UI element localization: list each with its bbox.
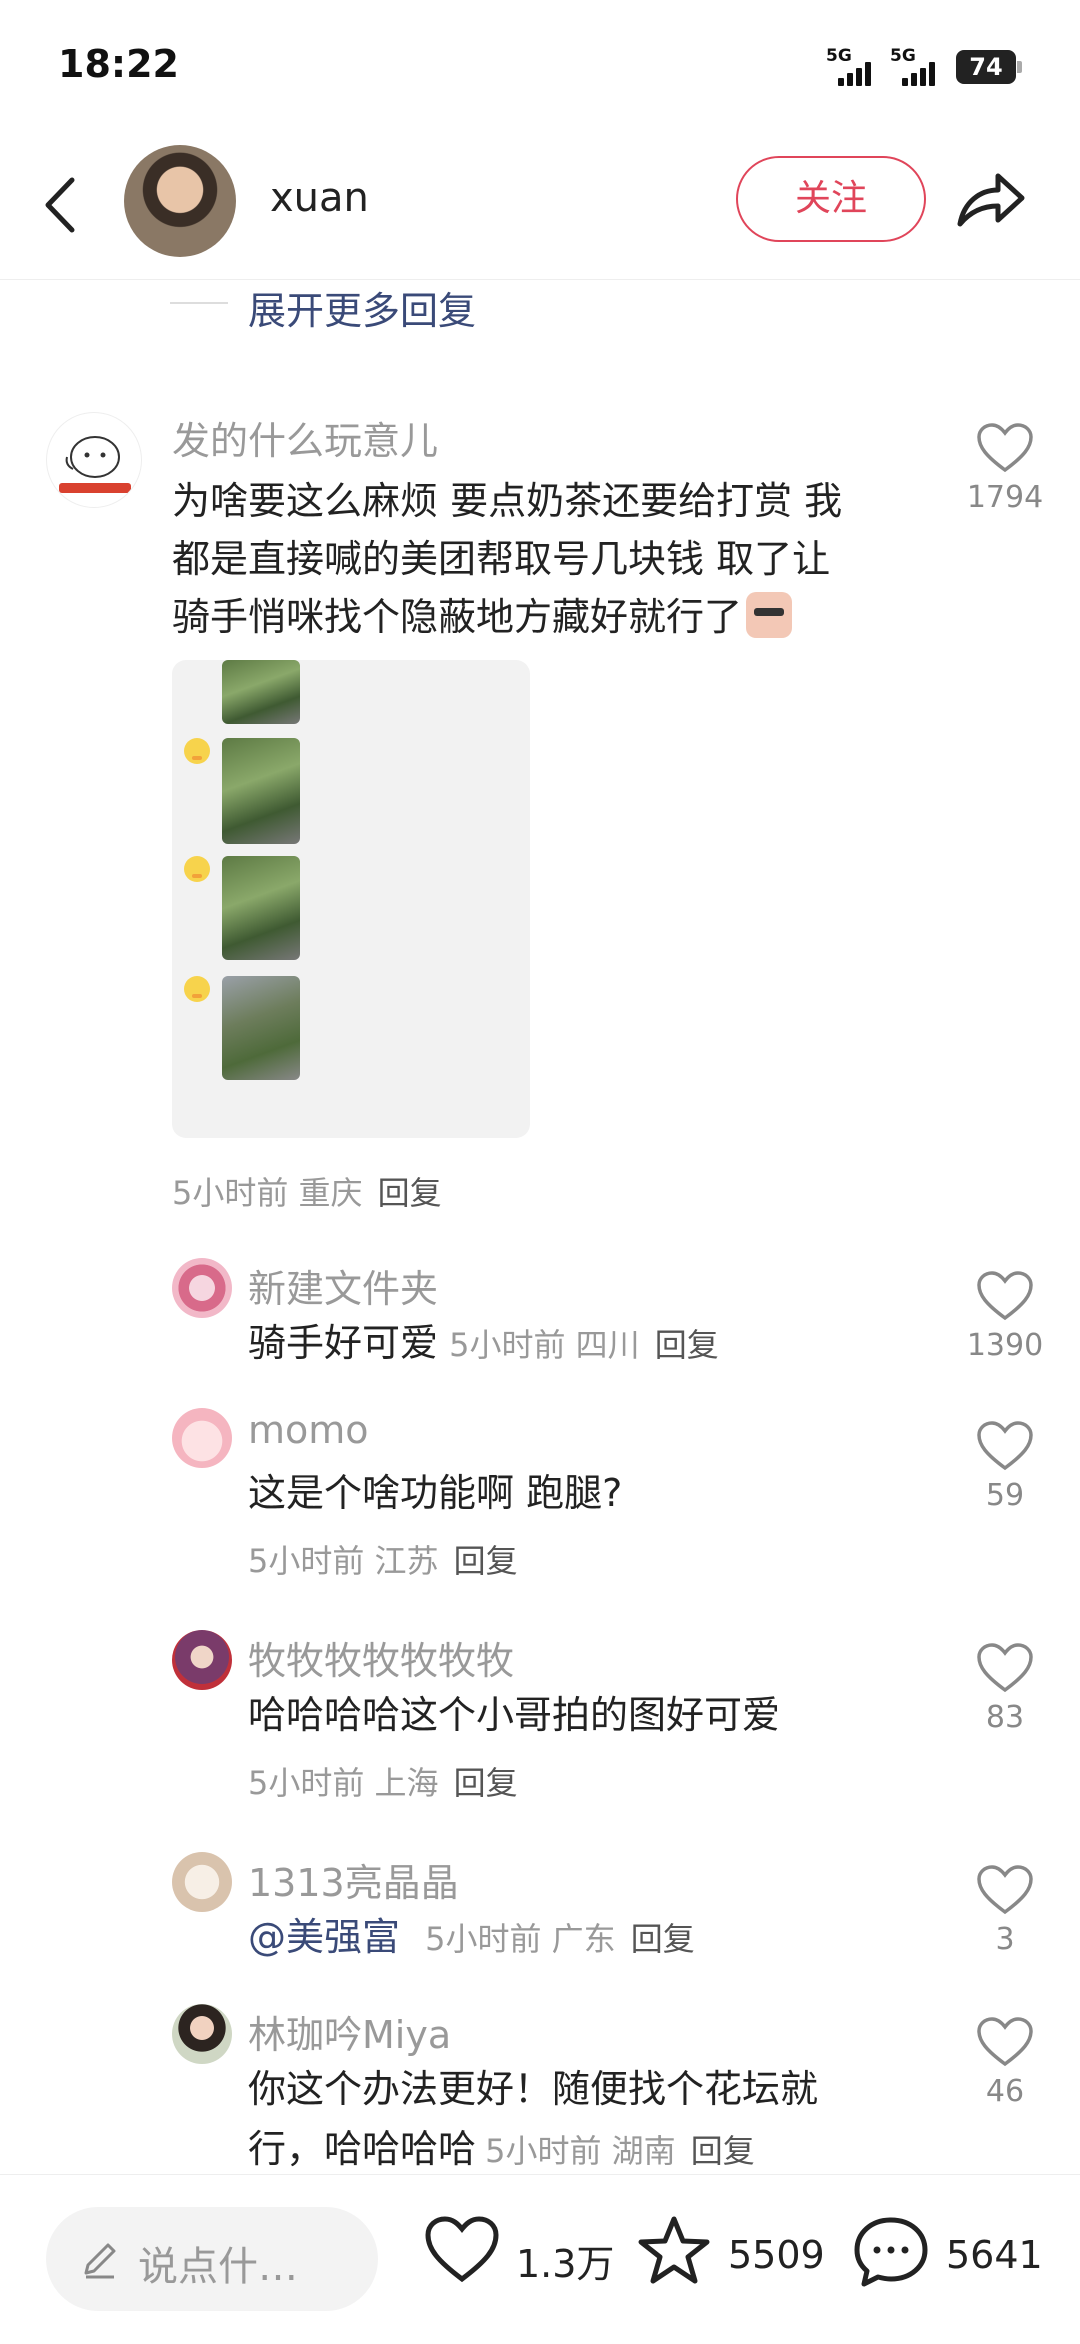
commenter-avatar[interactable]: [172, 1852, 232, 1912]
commenter-name[interactable]: 新建文件夹: [248, 1258, 438, 1313]
commenter-name[interactable]: 牧牧牧牧牧牧牧: [248, 1630, 514, 1685]
like-button[interactable]: 59: [960, 1420, 1050, 1513]
reply-button[interactable]: 回复: [631, 1920, 695, 1958]
share-button[interactable]: [950, 164, 1030, 234]
commenter-avatar[interactable]: [172, 1408, 232, 1468]
sunglasses-character-emoji: [746, 592, 793, 638]
comment-meta: 5小时前 重庆 回复: [172, 1174, 442, 1212]
comment-input[interactable]: 说点什…: [46, 2207, 378, 2311]
favorite-count: 5509: [728, 2233, 825, 2277]
photo-thumbnail: [222, 660, 300, 724]
duck-icon: [184, 856, 210, 882]
comment-text: 行，哈哈哈哈: [248, 2127, 477, 2171]
heart-icon: [977, 2017, 1033, 2067]
reply-button[interactable]: 回复: [454, 1764, 518, 1802]
photo-thumbnail: [222, 738, 300, 844]
reply-button[interactable]: 回复: [454, 1542, 518, 1580]
commenter-avatar[interactable]: [172, 1258, 232, 1318]
back-button[interactable]: [38, 170, 88, 240]
comment-meta: 5小时前 四川: [449, 1326, 640, 1364]
expand-more-label: 展开更多回复: [248, 289, 477, 333]
heart-icon: [977, 1865, 1033, 1915]
cartoon-avatar-icon: [59, 436, 131, 493]
follow-button[interactable]: 关注: [736, 156, 926, 242]
heart-icon: [977, 1643, 1033, 1693]
duck-icon: [184, 738, 210, 764]
heart-icon: [977, 423, 1033, 473]
like-count: 1.3万: [516, 2242, 615, 2286]
reply-button[interactable]: 回复: [378, 1174, 442, 1212]
like-button[interactable]: 46: [960, 2016, 1050, 2109]
comment-text: 这是个啥功能啊 跑腿?: [248, 1471, 623, 1515]
reply-line: @美强富 5小时前 广东 回复: [248, 1908, 695, 1966]
heart-icon: [977, 1421, 1033, 1471]
comment-meta: 5小时前 上海 回复: [248, 1764, 518, 1802]
comment-text: 哈哈哈哈这个小哥拍的图好可爱: [248, 1693, 781, 1737]
user-name[interactable]: xuan: [270, 175, 369, 221]
battery-icon: 74: [956, 50, 1022, 84]
commenter-name[interactable]: momo: [248, 1408, 369, 1452]
like-count: 1794: [966, 480, 1044, 515]
comment-image[interactable]: [172, 660, 530, 1138]
commenter-name[interactable]: 发的什么玩意儿: [172, 410, 438, 465]
comment-meta: 5小时前 江苏 回复: [248, 1542, 518, 1580]
photo-thumbnail: [222, 976, 300, 1080]
user-avatar[interactable]: [124, 145, 236, 257]
chat-bubble-icon: [854, 2217, 928, 2287]
comment-button[interactable]: 5641: [852, 2215, 1052, 2305]
comment-text: 为啥要这么麻烦 要点奶茶还要给打赏 我 都是直接喊的美团帮取号几块钱 取了让 骑…: [172, 479, 843, 639]
like-count: 83: [985, 1700, 1025, 1735]
heart-icon: [977, 1271, 1033, 1321]
favorite-button[interactable]: 5509: [636, 2215, 826, 2305]
commenter-avatar[interactable]: [172, 2004, 232, 2064]
like-button[interactable]: 1390: [960, 1270, 1050, 1363]
duck-icon: [184, 976, 210, 1002]
commenter-avatar[interactable]: [172, 1630, 232, 1690]
like-button[interactable]: 3: [960, 1864, 1050, 1957]
header: xuan 关注: [0, 130, 1080, 280]
reply-line: 行，哈哈哈哈 5小时前 湖南 回复: [248, 2120, 755, 2178]
like-button[interactable]: 1794: [960, 422, 1050, 515]
like-count: 3: [995, 1922, 1015, 1957]
reply-button[interactable]: 回复: [655, 1326, 719, 1364]
bottom-bar: 说点什… 1.3万 5509 5641: [0, 2174, 1080, 2344]
comment-count: 5641: [946, 2233, 1043, 2277]
input-placeholder: 说点什…: [138, 2244, 298, 2290]
comment-text: 骑手好可爱: [248, 1321, 439, 1365]
share-arrow-icon: [957, 173, 1025, 227]
status-bar: 18:22 5G 5G 74: [0, 0, 1080, 130]
like-button[interactable]: 83: [960, 1642, 1050, 1735]
star-icon: [638, 2216, 710, 2284]
commenter-name[interactable]: 1313亮晶晶: [248, 1852, 459, 1907]
commenter-avatar[interactable]: [46, 412, 142, 508]
comment-text: 你这个办法更好！随便找个花坛就: [248, 2067, 819, 2111]
comment-meta: 5小时前 广东: [425, 1920, 616, 1958]
reply-line: 骑手好可爱 5小时前 四川 回复: [248, 1314, 719, 1372]
like-post-button[interactable]: 1.3万: [424, 2215, 614, 2305]
reply-button[interactable]: 回复: [691, 2132, 755, 2170]
photo-thumbnail: [222, 856, 300, 960]
like-count: 1390: [966, 1328, 1044, 1363]
comment-meta: 5小时前 湖南: [485, 2132, 676, 2170]
status-time: 18:22: [58, 42, 179, 86]
pen-icon: [84, 2243, 116, 2279]
mention-link[interactable]: @美强富: [248, 1915, 400, 1959]
divider: [170, 302, 228, 304]
commenter-name[interactable]: 林珈吟Miya: [248, 2004, 451, 2059]
heart-icon: [425, 2216, 499, 2283]
like-count: 59: [985, 1478, 1025, 1513]
like-count: 46: [985, 2074, 1025, 2109]
chevron-left-icon: [45, 177, 75, 233]
